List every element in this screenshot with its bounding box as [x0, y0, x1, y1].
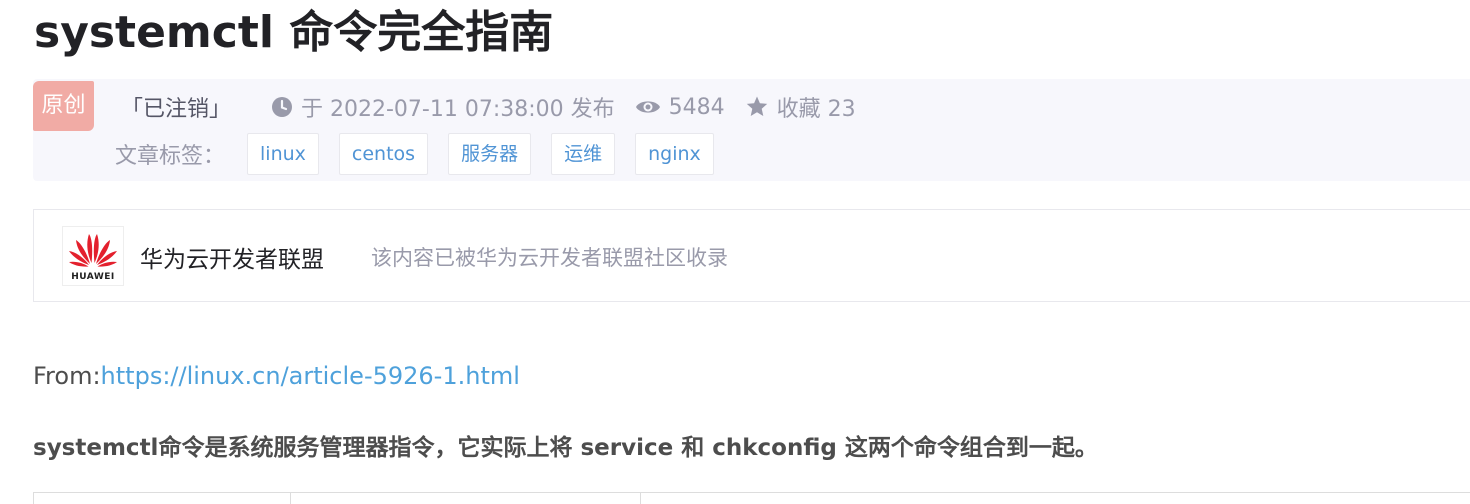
star-icon [746, 96, 767, 116]
source-link[interactable]: https://linux.cn/article-5926-1.html [101, 362, 520, 390]
meta-info-row: 「已注销」 于 2022-07-11 07:38:00 发布 5484 收藏 2… [121, 91, 876, 123]
source-label: From: [33, 362, 101, 390]
huawei-logo: HUAWEI [62, 226, 124, 286]
table-column-divider [640, 493, 641, 504]
source-line: From:https://linux.cn/article-5926-1.htm… [33, 362, 520, 390]
favorite-button[interactable]: 收藏 23 [745, 91, 856, 123]
content-table [33, 492, 1470, 504]
clock-icon [272, 97, 293, 117]
original-badge: 原创 [33, 81, 94, 131]
author-link[interactable]: 「已注销」 [121, 91, 231, 123]
tag-server[interactable]: 服务器 [448, 133, 532, 175]
community-name[interactable]: 华为云开发者联盟 [140, 240, 324, 274]
publish-time-text: 于 2022-07-11 07:38:00 发布 [301, 97, 615, 122]
table-column-divider [290, 493, 291, 504]
favorite-count-text: 收藏 23 [776, 97, 856, 122]
eye-icon [635, 101, 660, 113]
community-desc: 该内容已被华为云开发者联盟社区收录 [371, 246, 728, 270]
article-summary: systemctl命令是系统服务管理器指令，它实际上将 service 和 ch… [33, 435, 1098, 461]
article-title: systemctl 命令完全指南 [34, 7, 554, 58]
tags-row: 文章标签： linux centos 服务器 运维 nginx [115, 133, 734, 175]
tag-nginx[interactable]: nginx [635, 133, 714, 175]
tag-linux[interactable]: linux [247, 133, 319, 175]
tags-label: 文章标签： [115, 144, 226, 169]
view-count-text: 5484 [668, 94, 725, 120]
huawei-logo-text: HUAWEI [71, 272, 115, 282]
tag-ops[interactable]: 运维 [551, 133, 616, 175]
view-count: 5484 [635, 95, 725, 120]
article-meta: 原创 「已注销」 于 2022-07-11 07:38:00 发布 5484 收… [33, 79, 1470, 181]
publish-time: 于 2022-07-11 07:38:00 发布 [271, 91, 615, 123]
huawei-flower-icon [69, 234, 117, 267]
community-card[interactable]: HUAWEI 华为云开发者联盟 该内容已被华为云开发者联盟社区收录 [33, 209, 1470, 302]
tag-centos[interactable]: centos [338, 133, 429, 175]
